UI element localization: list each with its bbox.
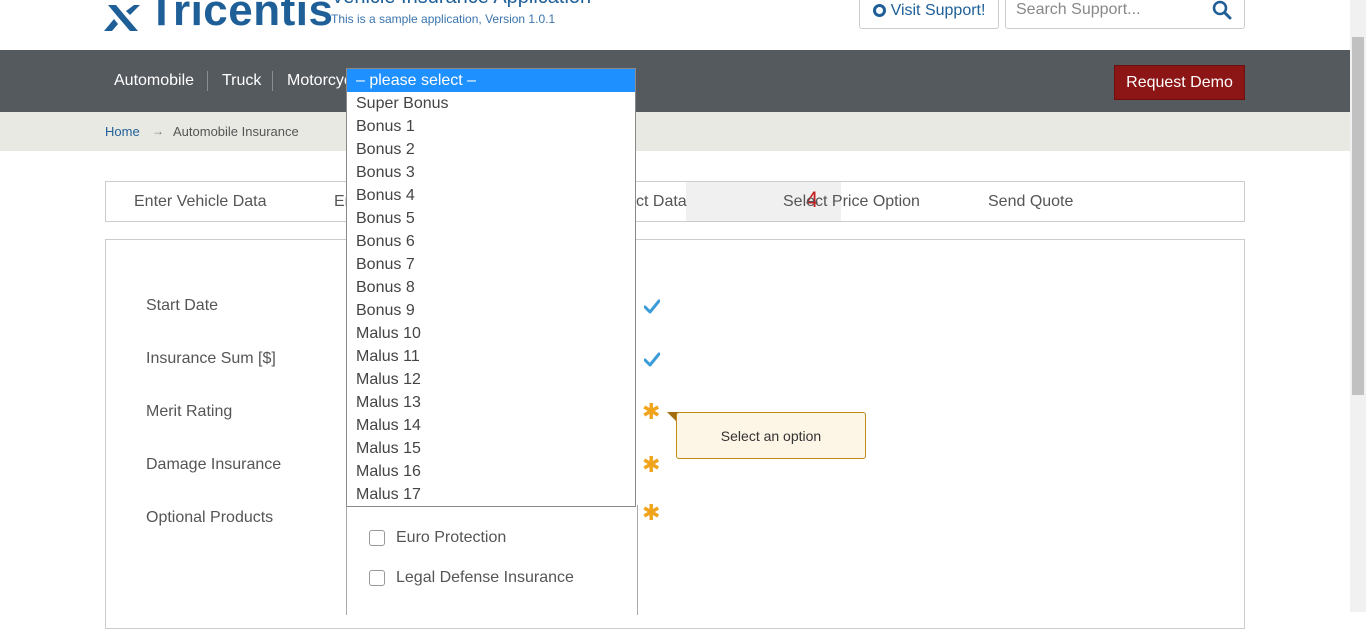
dropdown-option[interactable]: Bonus 6 [347,230,635,253]
dropdown-option[interactable]: Bonus 7 [347,253,635,276]
dropdown-option[interactable]: – please select – [347,69,635,92]
breadcrumb-current: Automobile Insurance [173,124,299,139]
tricentis-logo[interactable]: Tricentis [104,0,333,34]
lifebuoy-icon [872,4,886,17]
dropdown-option[interactable]: Malus 11 [347,345,635,368]
dropdown-option[interactable]: Malus 12 [347,368,635,391]
breadcrumb-arrow-icon: → [152,124,164,138]
breadcrumb-home-link[interactable]: Home [105,124,140,139]
checkbox-euro-protection[interactable]: Euro Protection [369,529,506,547]
required-asterisk-icon: ✱ [642,399,661,424]
wizard-steps: Enter Vehicle Data En ct Data 4 Select P… [105,181,1245,222]
checkbox-legal-defense-insurance[interactable]: Legal Defense Insurance [369,569,574,587]
visit-support-label: Visit Support! [890,1,986,19]
nav-item-truck[interactable]: Truck [222,72,261,90]
label-start-date: Start Date [146,297,219,314]
dropdown-option[interactable]: Super Bonus [347,92,635,115]
dropdown-option[interactable]: Malus 13 [347,391,635,414]
checkbox-icon[interactable] [369,570,385,586]
step-enter-vehicle-data[interactable]: Enter Vehicle Data [134,193,267,211]
checkbox-icon[interactable] [369,530,385,546]
scrollbar-thumb[interactable] [1352,37,1364,395]
checkbox-label: Euro Protection [396,529,507,546]
validation-tooltip: Select an option [676,412,866,459]
required-asterisk-icon: ✱ [642,452,661,477]
form-panel [105,239,1245,629]
breadcrumb: Home → Automobile Insurance [0,112,1350,151]
dropdown-option[interactable]: Malus 16 [347,460,635,483]
step-enter-product-data[interactable]: ct Data [636,193,687,211]
logo-text: Tricentis [148,0,334,35]
app-title: Vehicle Insurance Application [331,0,591,9]
logo-mark-icon [104,0,140,31]
dropdown-option[interactable]: Malus 10 [347,322,635,345]
dropdown-option[interactable]: Bonus 5 [347,207,635,230]
visit-support-button[interactable]: Visit Support! [859,0,999,29]
check-icon [644,352,660,367]
label-insurance-sum: Insurance Sum [$] [146,350,276,367]
search-box[interactable] [1005,0,1245,29]
main-navbar: Automobile Truck Motorcycle Request Demo [0,50,1350,112]
merit-rating-dropdown-list[interactable]: – please select – Super Bonus Bonus 1 Bo… [346,68,636,507]
dropdown-option[interactable]: Malus 15 [347,437,635,460]
label-merit-rating: Merit Rating [146,403,233,420]
app-subtitle: This is a sample application, Version 1.… [331,12,556,26]
dropdown-option[interactable]: Malus 17 [347,483,635,506]
step-select-price-option[interactable]: Select Price Option [783,193,920,211]
required-asterisk-icon: ✱ [642,500,661,525]
nav-item-automobile[interactable]: Automobile [114,72,194,90]
request-demo-button[interactable]: Request Demo [1114,65,1245,100]
dropdown-option[interactable]: Bonus 9 [347,299,635,322]
nav-separator [272,71,273,91]
dropdown-option[interactable]: Bonus 2 [347,138,635,161]
check-icon [644,299,660,314]
step-send-quote[interactable]: Send Quote [988,193,1073,211]
label-optional-products: Optional Products [146,509,274,526]
dropdown-option[interactable]: Malus 14 [347,414,635,437]
optional-products-group: Euro Protection Legal Defense Insurance [346,505,638,615]
checkbox-label: Legal Defense Insurance [396,569,574,586]
dropdown-option[interactable]: Bonus 4 [347,184,635,207]
dropdown-option[interactable]: Bonus 1 [347,115,635,138]
search-icon[interactable] [1212,0,1232,20]
nav-separator [207,71,208,91]
dropdown-option[interactable]: Bonus 8 [347,276,635,299]
search-input[interactable] [1016,1,1206,19]
dropdown-option[interactable]: Bonus 3 [347,161,635,184]
label-damage-insurance: Damage Insurance [146,456,282,473]
